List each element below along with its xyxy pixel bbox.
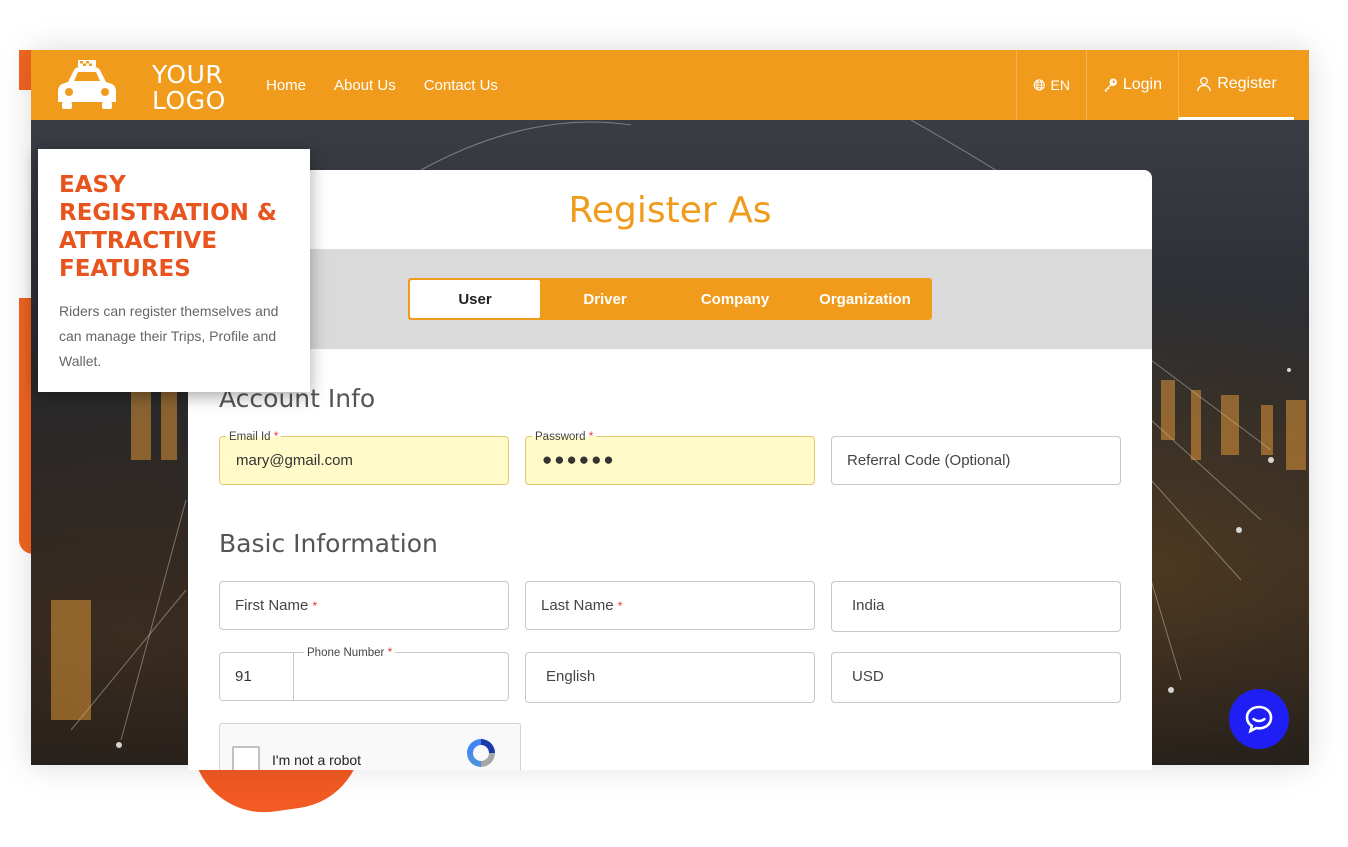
referral-code-field[interactable]: Referral Code (Optional) — [831, 436, 1121, 485]
recaptcha-icon — [467, 739, 495, 767]
required-mark: * — [588, 429, 594, 443]
basic-information-heading: Basic Information — [219, 529, 438, 558]
phone-number-label-text: Phone Number — [307, 647, 385, 659]
promo-text: Riders can register themselves and can m… — [59, 303, 279, 369]
required-mark: * — [617, 599, 623, 613]
taxi-icon — [58, 60, 116, 109]
registration-card: Register As User Driver Company Organiza… — [188, 170, 1152, 770]
required-mark: * — [387, 645, 393, 659]
password-value: ●●●●●● — [542, 450, 616, 469]
recaptcha-label: I'm not a robot — [272, 752, 362, 768]
nav-about-us[interactable]: About Us — [334, 77, 396, 94]
user-icon — [1197, 76, 1212, 91]
register-button[interactable]: Register — [1178, 50, 1294, 120]
chat-bubble-icon — [1245, 705, 1273, 734]
required-mark: * — [312, 599, 318, 613]
first-name-placeholder: First Name * — [235, 597, 317, 614]
recaptcha-checkbox[interactable] — [232, 746, 260, 770]
currency-select[interactable]: USD — [831, 652, 1121, 703]
currency-value: USD — [852, 668, 884, 685]
tab-company[interactable]: Company — [670, 280, 800, 318]
email-label-text: Email Id — [229, 431, 271, 443]
country-select[interactable]: India — [831, 581, 1121, 632]
phone-code-value: 91 — [235, 668, 252, 685]
page-title: Register As — [568, 190, 772, 231]
recaptcha-widget: I'm not a robot — [219, 723, 521, 770]
role-tab-band: User Driver Company Organization — [188, 249, 1152, 349]
main-nav: Home About Us Contact Us — [266, 50, 498, 120]
password-field[interactable]: Password * ●●●●●● — [525, 429, 815, 485]
phone-code-box[interactable]: 91 — [220, 653, 294, 700]
first-name-placeholder-text: First Name — [235, 597, 309, 614]
tab-organization[interactable]: Organization — [800, 280, 930, 318]
promo-card: EASY REGISTRATION & ATTRACTIVE FEATURES … — [38, 149, 310, 392]
login-label: Login — [1122, 76, 1162, 93]
login-button[interactable]: Login — [1086, 50, 1178, 120]
language-label: EN — [1050, 77, 1070, 93]
nav-contact-us[interactable]: Contact Us — [424, 77, 498, 94]
phone-number-field[interactable]: 91 Phone Number * — [219, 645, 509, 701]
register-label: Register — [1217, 74, 1277, 92]
referral-code-placeholder: Referral Code (Optional) — [847, 452, 1011, 469]
top-navigation-bar: YOUR LOGO Home About Us Contact Us EN Lo… — [31, 50, 1309, 120]
logo-text: YOUR LOGO — [152, 62, 226, 114]
last-name-placeholder-text: Last Name — [541, 597, 614, 614]
logo-text-line1: YOUR — [152, 60, 224, 89]
language-selector[interactable]: EN — [1016, 50, 1086, 120]
role-tabs: User Driver Company Organization — [408, 278, 932, 320]
promo-title: EASY REGISTRATION & ATTRACTIVE FEATURES — [59, 172, 277, 282]
email-label: Email Id * — [226, 429, 282, 444]
tab-user[interactable]: User — [410, 280, 540, 318]
live-chat-button[interactable] — [1229, 689, 1289, 749]
password-label-text: Password — [535, 431, 586, 443]
phone-number-label: Phone Number * — [304, 645, 396, 660]
tab-driver[interactable]: Driver — [540, 280, 670, 318]
country-value: India — [852, 597, 885, 614]
last-name-placeholder: Last Name * — [541, 597, 622, 614]
password-label: Password * — [532, 429, 597, 444]
first-name-field[interactable]: First Name * — [219, 581, 509, 630]
globe-icon — [1033, 79, 1045, 91]
nav-home[interactable]: Home — [266, 77, 306, 94]
page: YOUR LOGO Home About Us Contact Us EN Lo… — [0, 0, 1348, 847]
required-mark: * — [273, 429, 279, 443]
email-field[interactable]: Email Id * mary@gmail.com — [219, 429, 509, 485]
site-logo[interactable]: YOUR LOGO — [56, 58, 225, 114]
logo-text-line2: LOGO — [152, 86, 226, 115]
header-actions: EN Login Register — [1016, 50, 1294, 120]
language-select[interactable]: English — [525, 652, 815, 703]
last-name-field[interactable]: Last Name * — [525, 581, 815, 630]
language-value: English — [546, 668, 596, 685]
email-value: mary@gmail.com — [236, 452, 353, 469]
key-icon — [1104, 78, 1117, 92]
